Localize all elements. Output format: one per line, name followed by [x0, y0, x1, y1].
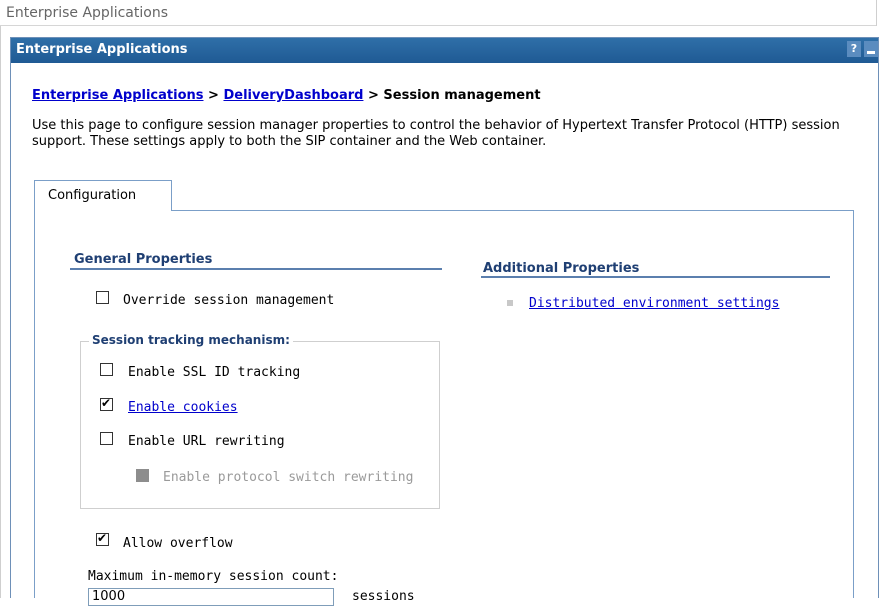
max-session-count-unit: sessions: [352, 589, 415, 604]
help-icon[interactable]: ?: [847, 41, 861, 57]
additional-properties-heading: Additional Properties: [483, 261, 640, 276]
breadcrumb: Enterprise Applications > DeliveryDashbo…: [32, 88, 541, 103]
enable-ssl-label: Enable SSL ID tracking: [128, 365, 301, 380]
panel-title: Enterprise Applications: [16, 42, 188, 57]
breadcrumb-enterprise-applications[interactable]: Enterprise Applications: [32, 88, 204, 103]
window-title: Enterprise Applications: [0, 0, 877, 26]
page-description: Use this page to configure session manag…: [32, 118, 840, 149]
distributed-environment-link[interactable]: Distributed environment settings: [529, 296, 779, 311]
breadcrumb-deliverydashboard[interactable]: DeliveryDashboard: [223, 88, 363, 103]
enable-url-rewriting-label: Enable URL rewriting: [128, 434, 285, 449]
title-divider: [876, 0, 877, 26]
protocol-switch-checkbox: [136, 469, 149, 482]
bullet-icon: [507, 300, 513, 306]
minimize-icon[interactable]: [864, 41, 878, 57]
max-session-count-input[interactable]: 1000: [88, 588, 334, 606]
override-session-label: Override session management: [123, 293, 335, 308]
panel-header: Enterprise Applications ?: [11, 38, 878, 63]
enable-cookies-link[interactable]: Enable cookies: [128, 400, 238, 415]
additional-properties-rule: [481, 276, 830, 278]
protocol-switch-label: Enable protocol switch rewriting: [163, 470, 414, 485]
breadcrumb-separator: >: [208, 88, 219, 103]
panel-controls: ?: [847, 41, 878, 57]
enable-url-rewriting-checkbox[interactable]: [100, 432, 113, 445]
general-properties-heading: General Properties: [74, 252, 213, 267]
session-tracking-legend: Session tracking mechanism:: [89, 333, 293, 347]
enable-cookies-checkbox[interactable]: [100, 396, 113, 411]
tab-configuration[interactable]: Configuration: [34, 180, 172, 211]
left-border: [0, 26, 1, 598]
allow-overflow-label: Allow overflow: [123, 536, 233, 551]
override-session-checkbox[interactable]: [96, 291, 109, 304]
general-properties-rule: [70, 268, 442, 270]
enable-ssl-checkbox[interactable]: [100, 363, 113, 376]
max-session-count-label: Maximum in-memory session count:: [88, 569, 339, 584]
breadcrumb-current: Session management: [383, 88, 541, 103]
breadcrumb-separator: >: [367, 88, 379, 103]
allow-overflow-checkbox[interactable]: [96, 531, 109, 546]
